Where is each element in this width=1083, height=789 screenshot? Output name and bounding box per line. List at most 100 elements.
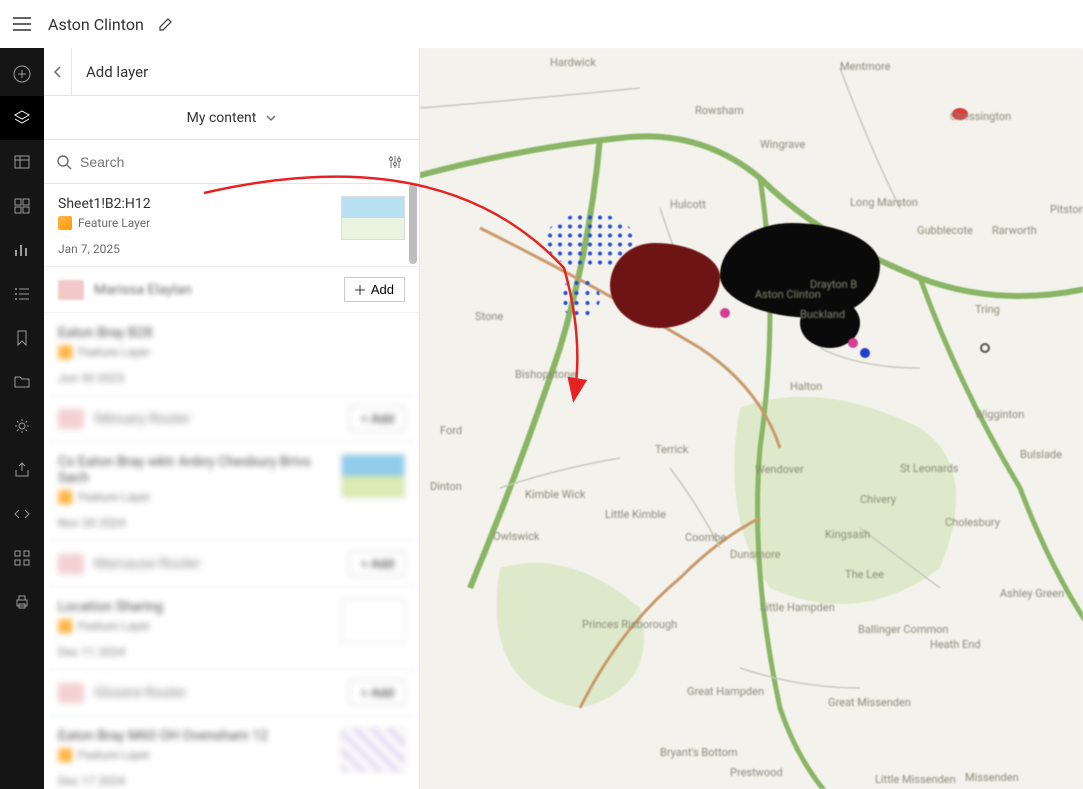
town-label: Chessington <box>950 110 1011 123</box>
town-label: Rowsham <box>695 104 744 117</box>
town-label: Little Hampden <box>760 601 835 614</box>
panel-title: Add layer <box>72 63 148 81</box>
nav-apps[interactable] <box>0 536 44 580</box>
top-header: Aston Clinton <box>0 0 1083 48</box>
town-label: Stone <box>475 310 503 323</box>
town-label: Hulcott <box>670 198 706 211</box>
town-label: Ballinger Common <box>858 623 948 636</box>
town-label: Little Missenden <box>875 773 956 786</box>
panel-header: Add layer <box>44 48 419 96</box>
town-label: Ashley Green <box>1000 587 1064 600</box>
scrollbar-thumb[interactable] <box>409 184 417 264</box>
nav-embed[interactable] <box>0 492 44 536</box>
item-thumbnail <box>341 196 405 240</box>
add-layer-button[interactable]: Add <box>344 277 405 302</box>
nav-add[interactable] <box>0 52 44 96</box>
nav-bookmarks[interactable] <box>0 316 44 360</box>
town-label: Wingrave <box>760 138 805 151</box>
hamburger-icon <box>13 17 31 31</box>
print-icon <box>13 593 31 611</box>
share-icon <box>13 461 31 479</box>
add-button-label: Add <box>371 282 394 297</box>
nav-charts[interactable] <box>0 228 44 272</box>
town-label: St Leonards <box>900 462 958 475</box>
town-label: Missenden <box>965 771 1019 784</box>
town-label: Great Missenden <box>828 696 911 709</box>
search-row <box>44 140 419 184</box>
town-label: Long Marston <box>850 196 918 209</box>
nav-layers[interactable] <box>0 96 44 140</box>
chart-icon <box>13 241 31 259</box>
pencil-icon <box>159 17 173 31</box>
nav-legend[interactable] <box>0 272 44 316</box>
town-label: Pitstone <box>1050 203 1083 216</box>
town-label: Princes Risborough <box>582 618 677 631</box>
town-label: Terrick <box>655 443 688 456</box>
apps-icon <box>13 549 31 567</box>
town-label: Buckland <box>800 308 845 321</box>
town-label: Wigginton <box>975 408 1024 421</box>
town-label: Tring <box>975 303 1000 316</box>
chevron-down-icon <box>266 115 276 121</box>
item-type: Feature Layer <box>78 216 150 230</box>
list-icon <box>13 285 31 303</box>
nav-save[interactable] <box>0 360 44 404</box>
map-canvas[interactable]: HardwickMentmoreChessingtonRowshamWingra… <box>420 48 1083 789</box>
town-label: Dinton <box>430 480 462 493</box>
town-label: Kimble Wick <box>525 488 585 501</box>
town-label: Rarworth <box>992 224 1037 237</box>
nav-tables[interactable] <box>0 140 44 184</box>
town-label: Bryant's Bottom <box>660 746 738 759</box>
content-source-dropdown[interactable]: My content <box>44 96 419 140</box>
grid-icon <box>13 197 31 215</box>
add-layer-panel: Add layer My content Sheet1!B2:H12 Featu… <box>44 48 420 789</box>
nav-properties[interactable] <box>0 404 44 448</box>
table-icon <box>13 153 31 171</box>
blurred-items: Eaton Bray B28 Feature Layer Jun 30 2023… <box>44 313 419 789</box>
town-label: Dunsmore <box>730 548 780 561</box>
item-title: Sheet1!B2:H12 <box>58 196 329 212</box>
town-label: Prestwood <box>730 766 783 779</box>
item-date: Jan 7, 2025 <box>58 242 329 256</box>
nav-rail <box>0 48 44 789</box>
plus-circle-icon <box>13 65 31 83</box>
project-title: Aston Clinton <box>48 15 144 34</box>
town-label: Cholesbury <box>945 516 1000 529</box>
town-label: Little Kimble <box>605 508 666 521</box>
back-button[interactable] <box>44 48 72 96</box>
bookmark-icon <box>13 329 31 347</box>
code-icon <box>13 505 31 523</box>
town-label: Mentmore <box>840 60 891 73</box>
sublayer-name: Marissa Elaylan <box>94 282 334 298</box>
feature-layer-icon <box>58 216 72 230</box>
edit-title-button[interactable] <box>152 10 180 38</box>
town-label: Owlswick <box>493 530 539 543</box>
search-icon <box>56 154 72 170</box>
layers-icon <box>13 109 31 127</box>
plus-icon <box>355 285 365 295</box>
menu-button[interactable] <box>0 0 44 48</box>
town-label: Ford <box>440 424 462 437</box>
town-label: Bulslade <box>1020 448 1062 461</box>
sublayer-row: Marissa Elaylan Add <box>44 267 419 313</box>
nav-share[interactable] <box>0 448 44 492</box>
town-label: Halton <box>790 380 822 393</box>
town-label: The Lee <box>845 568 884 581</box>
layer-item[interactable]: Sheet1!B2:H12 Feature Layer Jan 7, 2025 <box>44 184 419 267</box>
town-label: Heath End <box>930 638 981 651</box>
nav-basemap[interactable] <box>0 184 44 228</box>
chevron-left-icon <box>53 66 63 78</box>
town-label: Bishopstone <box>515 368 576 381</box>
town-label: Kingsash <box>825 528 870 541</box>
results-list[interactable]: Sheet1!B2:H12 Feature Layer Jan 7, 2025 … <box>44 184 419 789</box>
town-label: Chivery <box>860 493 896 506</box>
town-label: Drayton B <box>810 278 857 291</box>
town-label: Gubblecote <box>917 224 973 237</box>
nav-print[interactable] <box>0 580 44 624</box>
search-input[interactable] <box>80 154 375 170</box>
filter-button[interactable] <box>383 150 407 174</box>
gear-icon <box>13 417 31 435</box>
town-label: Wendover <box>755 463 804 476</box>
sliders-icon <box>387 154 403 170</box>
town-label: Great Hampden <box>687 685 764 698</box>
